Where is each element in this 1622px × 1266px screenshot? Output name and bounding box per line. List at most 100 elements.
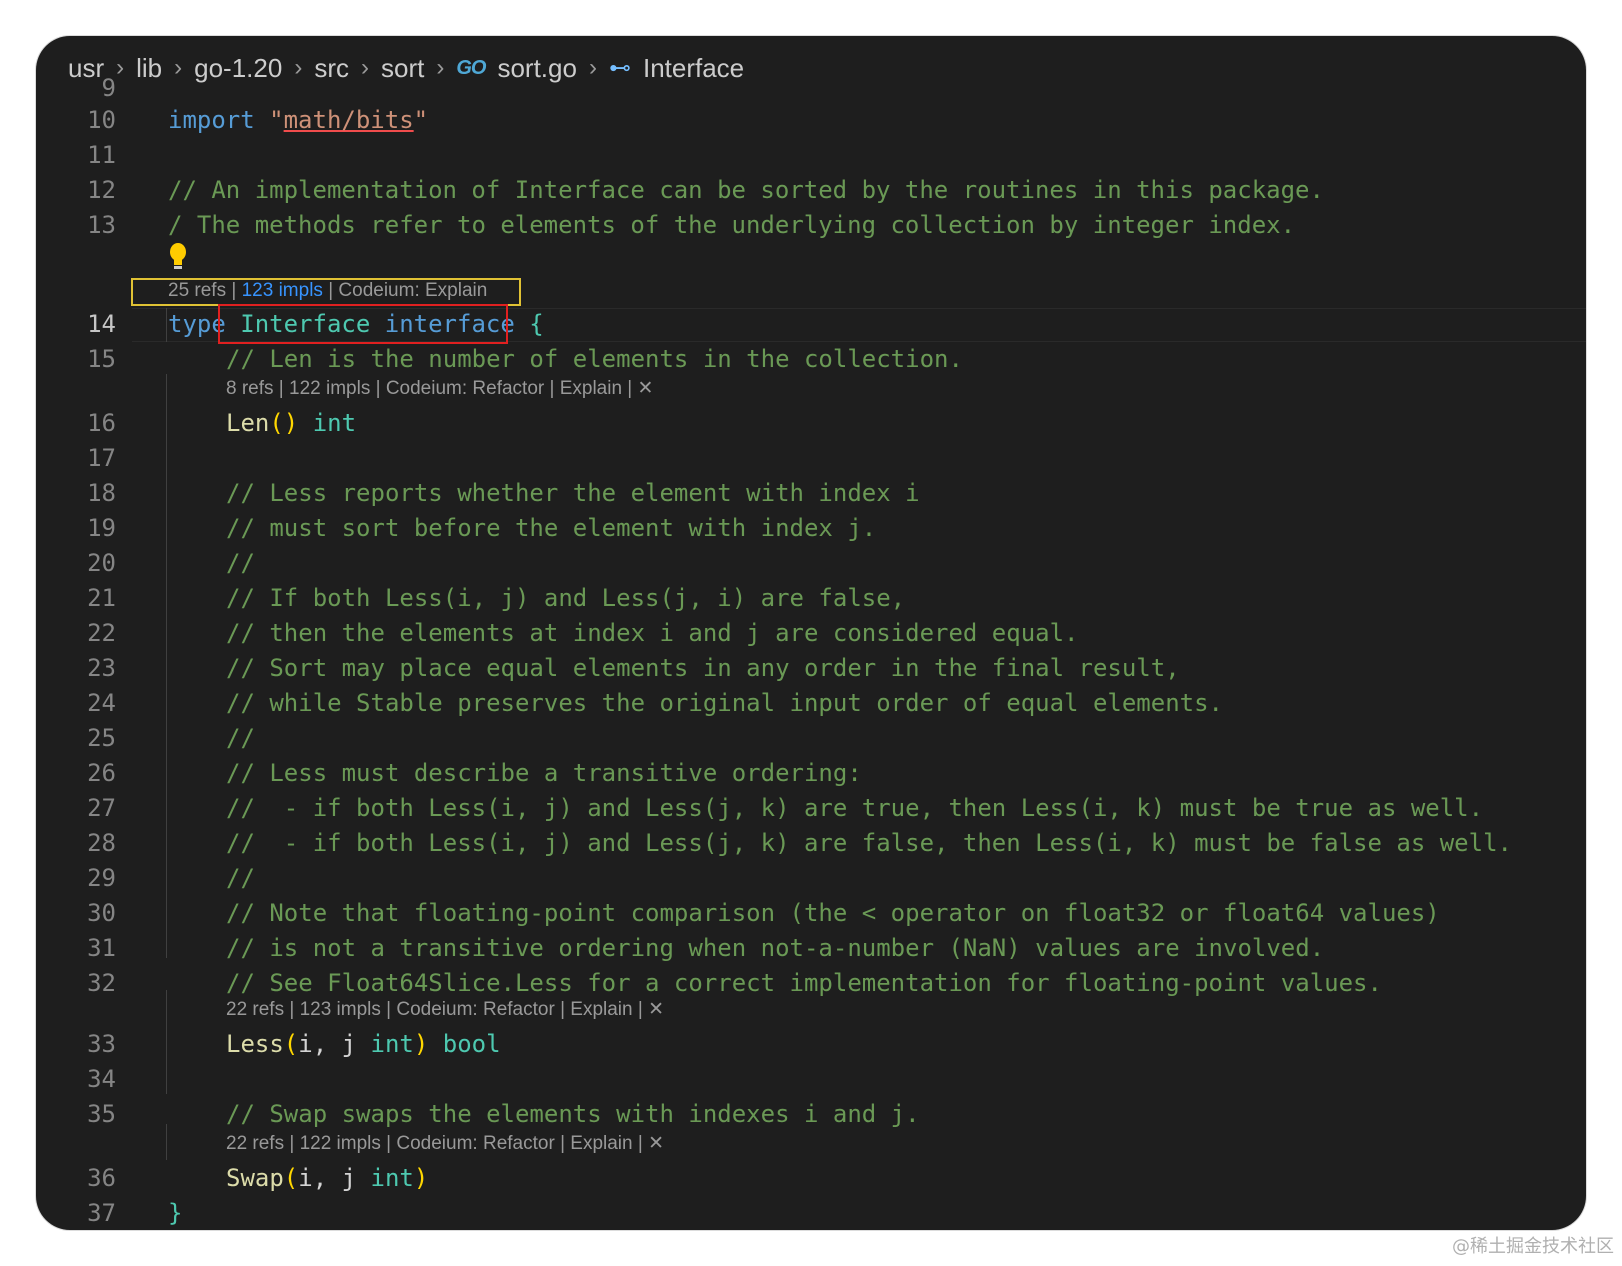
codelens-swap[interactable]: 22 refs | 122 impls | Codeium: Refactor …	[226, 1131, 664, 1157]
code-line-21[interactable]: // If both Less(i, j) and Less(j, i) are…	[226, 580, 905, 616]
paren-close: )	[413, 1030, 429, 1058]
chevron-right-icon: ›	[174, 54, 183, 81]
line-number: 36	[87, 1164, 116, 1192]
code-line-31[interactable]: // is not a transitive ordering when not…	[226, 930, 1324, 966]
line-number: 18	[87, 479, 116, 507]
chevron-right-icon: ›	[294, 54, 303, 81]
return-type: int	[312, 409, 357, 437]
breadcrumb-item-src[interactable]: src	[314, 53, 349, 84]
line-number: 11	[87, 141, 116, 169]
line-number: 20	[87, 549, 116, 577]
string-quote: "	[269, 106, 284, 134]
paren-open: (	[283, 1164, 299, 1192]
breadcrumb-item-symbol[interactable]: Interface	[643, 53, 744, 84]
code-line-19[interactable]: // must sort before the element with ind…	[226, 510, 876, 546]
line-number: 34	[87, 1065, 116, 1093]
lightbulb-icon[interactable]	[166, 242, 190, 272]
breadcrumb-item-file[interactable]: sort.go	[497, 53, 577, 84]
line-number: 21	[87, 584, 116, 612]
line-number: 25	[87, 724, 116, 752]
code-line-29[interactable]: //	[226, 860, 255, 896]
code-line-24[interactable]: // while Stable preserves the original i…	[226, 685, 1223, 721]
interface-symbol-icon: ⊷	[608, 55, 631, 80]
line-number: 37	[87, 1199, 116, 1227]
parens: ()	[269, 409, 299, 437]
line-number: 33	[87, 1030, 116, 1058]
code-line-13[interactable]: / The methods refer to elements of the u…	[168, 207, 1295, 243]
param-type: int	[370, 1164, 414, 1192]
line-number: 31	[87, 934, 116, 962]
keyword-import: import	[168, 106, 255, 134]
code-line-35[interactable]: // Swap swaps the elements with indexes …	[226, 1096, 920, 1132]
code-line-27[interactable]: // - if both Less(i, j) and Less(j, k) a…	[226, 790, 1483, 826]
go-file-icon: GO	[456, 56, 486, 79]
chevron-right-icon: ›	[436, 54, 445, 81]
code-line-16[interactable]: Len() int	[226, 405, 356, 441]
return-type: bool	[442, 1030, 501, 1058]
method-name: Swap	[226, 1164, 284, 1192]
indent-guide	[166, 1124, 167, 1160]
indent-guide	[166, 374, 167, 958]
highlight-box-red	[218, 304, 508, 344]
breadcrumb-item-lib[interactable]: lib	[136, 53, 162, 84]
line-number: 13	[87, 211, 116, 239]
brace-open: {	[529, 310, 544, 338]
code-line-18[interactable]: // Less reports whether the element with…	[226, 475, 920, 511]
codelens-len[interactable]: 8 refs | 122 impls | Codeium: Refactor |…	[226, 376, 653, 402]
line-number: 32	[87, 969, 116, 997]
line-number: 24	[87, 689, 116, 717]
chevron-right-icon: ›	[361, 54, 369, 81]
code-line-10[interactable]: import "math/bits"	[168, 102, 428, 138]
paren-open: (	[283, 1030, 299, 1058]
code-line-15[interactable]: // Len is the number of elements in the …	[226, 341, 963, 377]
code-line-23[interactable]: // Sort may place equal elements in any …	[226, 650, 1180, 686]
breadcrumb-item-sort[interactable]: sort	[381, 53, 424, 84]
line-number: 23	[87, 654, 116, 682]
line-number: 19	[87, 514, 116, 542]
comment-text: The methods refer to elements of the und…	[182, 211, 1296, 239]
line-number: 28	[87, 829, 116, 857]
code-line-20[interactable]: //	[226, 545, 255, 581]
param-type: int	[370, 1030, 414, 1058]
line-number: 16	[87, 409, 116, 437]
breadcrumb: usr › lib › go-1.20 › src › sort › GO so…	[68, 46, 1586, 90]
line-number: 26	[87, 759, 116, 787]
line-number: 30	[87, 899, 116, 927]
paren-close: )	[413, 1164, 429, 1192]
watermark: @稀土掘金技术社区	[1452, 1236, 1614, 1257]
comment-slash: /	[168, 211, 183, 239]
code-line-28[interactable]: // - if both Less(i, j) and Less(j, k) a…	[226, 825, 1512, 861]
indent-guide	[166, 308, 167, 342]
line-number: 17	[87, 444, 116, 472]
editor-window: usr › lib › go-1.20 › src › sort › GO so…	[36, 36, 1586, 1230]
code-line-25[interactable]: //	[226, 720, 255, 756]
code-line-33[interactable]: Less(i, j int) bool	[226, 1026, 501, 1062]
line-number: 12	[87, 176, 116, 204]
code-editor[interactable]: 9 10 import "math/bits" 11 12 // An impl…	[36, 78, 1586, 1230]
line-number: 15	[87, 345, 116, 373]
method-name: Less	[226, 1030, 284, 1058]
chevron-right-icon: ›	[116, 54, 125, 81]
code-line-22[interactable]: // then the elements at index i and j ar…	[226, 615, 1079, 651]
code-line-32[interactable]: // See Float64Slice.Less for a correct i…	[226, 965, 1382, 1001]
code-line-37[interactable]: }	[168, 1195, 182, 1230]
highlight-box-yellow	[131, 278, 521, 306]
code-line-30[interactable]: // Note that floating-point comparison (…	[226, 895, 1440, 931]
code-line-26[interactable]: // Less must describe a transitive order…	[226, 755, 862, 791]
method-name: Len	[226, 409, 270, 437]
string-quote: "	[413, 106, 429, 134]
code-line-12[interactable]: // An implementation of Interface can be…	[168, 172, 1324, 208]
line-number: 14	[87, 310, 116, 338]
code-line-36[interactable]: Swap(i, j int)	[226, 1160, 428, 1196]
line-number: 22	[87, 619, 116, 647]
import-path: math/bits	[283, 106, 414, 134]
breadcrumb-item-go-version[interactable]: go-1.20	[194, 53, 282, 84]
line-number: 29	[87, 864, 116, 892]
params: i, j	[298, 1030, 371, 1058]
codelens-less[interactable]: 22 refs | 123 impls | Codeium: Refactor …	[226, 997, 664, 1023]
params: i, j	[298, 1164, 371, 1192]
line-number: 10	[87, 106, 116, 134]
line-number: 35	[87, 1100, 116, 1128]
indent-guide	[166, 990, 167, 1094]
line-number: 9	[101, 78, 116, 98]
